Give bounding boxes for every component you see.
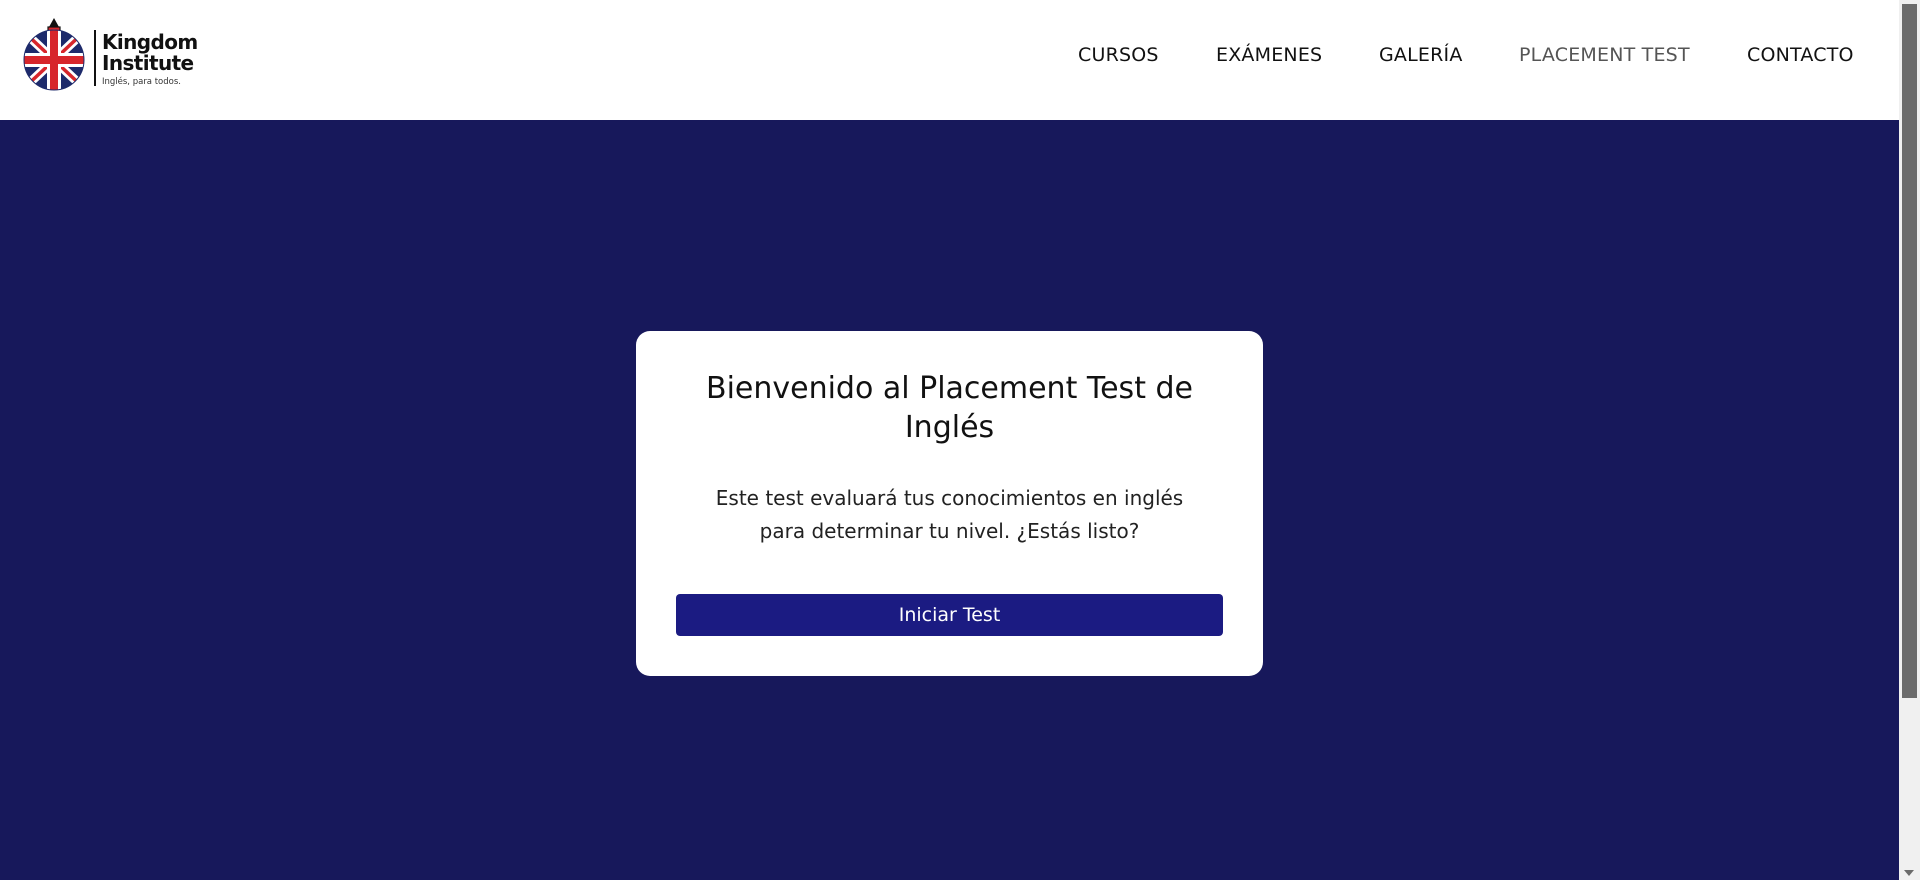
logo-tagline: Inglés, para todos. (102, 76, 181, 87)
union-jack-clock-logo-icon (23, 18, 85, 91)
nav-examenes[interactable]: EXÁMENES (1216, 44, 1322, 66)
logo-name-line2: Institute (102, 50, 194, 75)
logo-text: Kingdom Institute Inglés, para todos. (102, 29, 198, 87)
card-description: Este test evaluará tus conocimientos en … (715, 486, 1184, 543)
logo-name-line1: Kingdom (102, 29, 198, 54)
logo-divider (94, 30, 96, 86)
logo[interactable]: Kingdom Institute Inglés, para todos. (22, 18, 198, 92)
start-test-button[interactable]: Iniciar Test (676, 594, 1223, 636)
nav-placement-test[interactable]: PLACEMENT TEST (1519, 44, 1690, 66)
placement-test-card: Bienvenido al Placement Test de Inglés E… (636, 331, 1263, 676)
site-header: Kingdom Institute Inglés, para todos. CU… (0, 0, 1899, 120)
nav-contacto[interactable]: CONTACTO (1747, 44, 1854, 66)
scrollbar-thumb[interactable] (1902, 4, 1917, 698)
card-title: Bienvenido al Placement Test de Inglés (705, 371, 1193, 445)
nav-cursos[interactable]: CURSOS (1078, 44, 1159, 66)
page-scrollbar[interactable] (1899, 0, 1920, 880)
scroll-down-arrow-icon[interactable] (1904, 870, 1914, 876)
nav-galeria[interactable]: GALERÍA (1379, 44, 1463, 66)
